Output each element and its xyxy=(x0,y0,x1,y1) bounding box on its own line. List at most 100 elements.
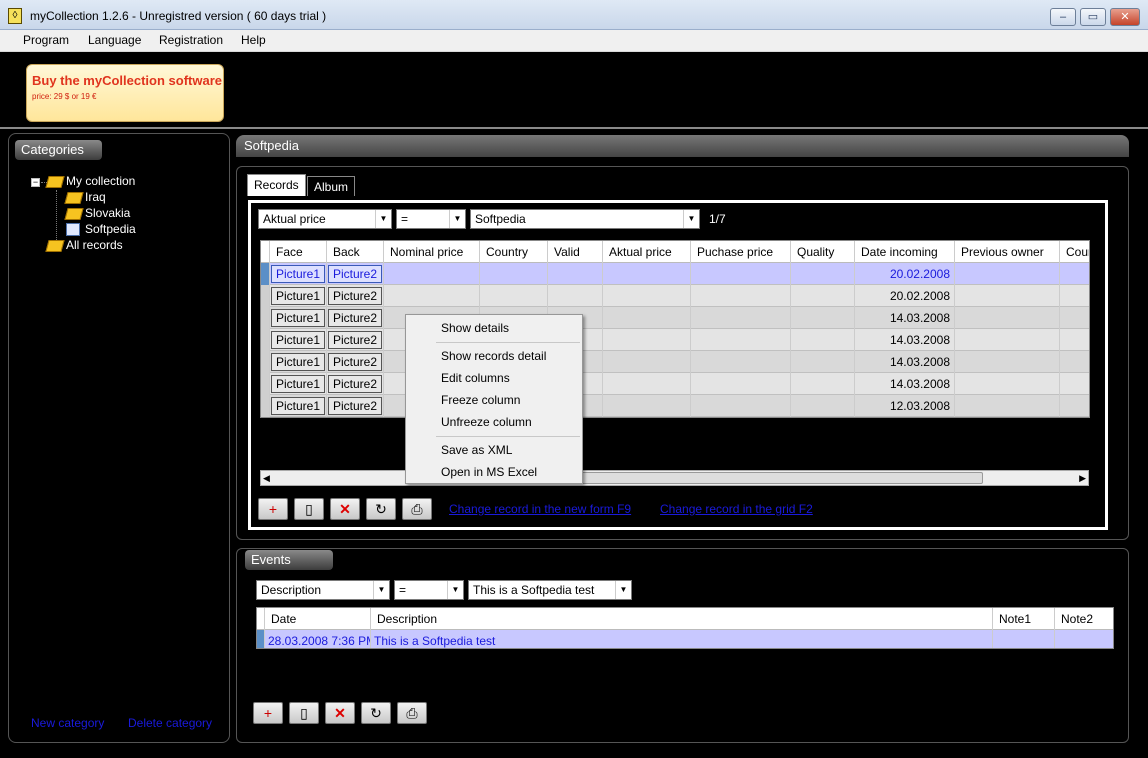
events-column-header[interactable]: Description xyxy=(371,608,993,630)
table-cell[interactable]: Picture1 xyxy=(270,307,327,329)
delete-category-link[interactable]: Delete category xyxy=(128,716,212,730)
table-cell[interactable]: Picture1 xyxy=(270,329,327,351)
table-cell[interactable] xyxy=(955,395,1060,417)
table-row[interactable]: Picture1 Picture2 14.03.2008 xyxy=(261,329,1089,351)
table-cell[interactable] xyxy=(1060,263,1089,285)
events-row[interactable]: 28.03.2008 7:36 PM This is a Softpedia t… xyxy=(257,630,1113,648)
table-cell[interactable]: Picture1 xyxy=(270,285,327,307)
menu-item-show-details[interactable]: Show details xyxy=(441,321,509,335)
table-cell[interactable]: Picture1 xyxy=(270,263,327,285)
back-picture-button[interactable]: Picture2 xyxy=(328,375,382,393)
event-note1[interactable] xyxy=(993,630,1055,648)
table-cell[interactable] xyxy=(603,307,691,329)
face-picture-button[interactable]: Picture1 xyxy=(271,331,325,349)
close-button[interactable]: ✕ xyxy=(1110,8,1140,26)
table-cell[interactable]: Picture2 xyxy=(327,351,384,373)
menu-item-open-excel[interactable]: Open in MS Excel xyxy=(441,465,537,479)
column-header[interactable]: Country xyxy=(480,241,548,263)
date-incoming-cell[interactable]: 14.03.2008 xyxy=(855,307,955,329)
refresh-event-button[interactable]: ↻ xyxy=(361,702,391,724)
column-header[interactable]: Puchase price xyxy=(691,241,791,263)
table-cell[interactable] xyxy=(603,373,691,395)
tree-item-slovakia[interactable]: Slovakia xyxy=(85,206,130,220)
table-cell[interactable] xyxy=(691,307,791,329)
column-header[interactable]: Nominal price xyxy=(384,241,480,263)
face-picture-button[interactable]: Picture1 xyxy=(271,287,325,305)
back-picture-button[interactable]: Picture2 xyxy=(328,265,382,283)
menu-item-freeze-column[interactable]: Freeze column xyxy=(441,393,520,407)
scroll-left-icon[interactable]: ◀ xyxy=(263,471,270,485)
horizontal-scrollbar[interactable]: ◀ ▶ xyxy=(260,470,1089,486)
column-header[interactable]: Previous owner xyxy=(955,241,1060,263)
menu-registration[interactable]: Registration xyxy=(159,33,223,47)
maximize-button[interactable]: ▭ xyxy=(1080,8,1106,26)
table-cell[interactable] xyxy=(603,285,691,307)
table-cell[interactable] xyxy=(955,373,1060,395)
table-cell[interactable] xyxy=(1060,351,1089,373)
column-header[interactable]: Aktual price xyxy=(603,241,691,263)
tree-item-all-records[interactable]: All records xyxy=(66,238,123,252)
table-cell[interactable] xyxy=(1060,285,1089,307)
table-cell[interactable]: Picture2 xyxy=(327,373,384,395)
events-value-select[interactable]: This is a Softpedia test ▼ xyxy=(468,580,632,600)
tree-item-my-collection[interactable]: My collection xyxy=(66,174,135,188)
table-cell[interactable] xyxy=(1060,395,1089,417)
menu-program[interactable]: Program xyxy=(23,33,69,47)
filter-value-select[interactable]: Softpedia ▼ xyxy=(470,209,700,229)
date-incoming-cell[interactable]: 20.02.2008 xyxy=(855,285,955,307)
date-incoming-cell[interactable]: 14.03.2008 xyxy=(855,373,955,395)
table-cell[interactable] xyxy=(691,351,791,373)
events-column-header[interactable]: Date xyxy=(265,608,371,630)
menu-item-unfreeze-column[interactable]: Unfreeze column xyxy=(441,415,532,429)
table-cell[interactable] xyxy=(384,263,480,285)
table-cell[interactable]: Picture2 xyxy=(327,395,384,417)
table-cell[interactable] xyxy=(603,329,691,351)
table-cell[interactable]: Picture2 xyxy=(327,263,384,285)
table-cell[interactable] xyxy=(955,285,1060,307)
table-cell[interactable] xyxy=(791,307,855,329)
table-cell[interactable]: Picture1 xyxy=(270,351,327,373)
face-picture-button[interactable]: Picture1 xyxy=(271,375,325,393)
menu-help[interactable]: Help xyxy=(241,33,266,47)
add-record-button[interactable]: + xyxy=(258,498,288,520)
events-grid[interactable]: Date Description Note1 Note2 28.03.2008 … xyxy=(256,607,1114,649)
delete-event-button[interactable]: ✕ xyxy=(325,702,355,724)
face-picture-button[interactable]: Picture1 xyxy=(271,397,325,415)
refresh-record-button[interactable]: ↻ xyxy=(366,498,396,520)
table-row[interactable]: Picture1 Picture2 20.02.2008 xyxy=(261,263,1089,285)
date-incoming-cell[interactable]: 12.03.2008 xyxy=(855,395,955,417)
face-picture-button[interactable]: Picture1 xyxy=(271,309,325,327)
table-cell[interactable] xyxy=(691,263,791,285)
face-picture-button[interactable]: Picture1 xyxy=(271,265,325,283)
column-header[interactable]: Quality xyxy=(791,241,855,263)
table-cell[interactable] xyxy=(691,395,791,417)
tab-album[interactable]: Album xyxy=(307,176,356,196)
print-event-button[interactable]: ⎙ xyxy=(397,702,427,724)
change-in-form-link[interactable]: Change record in the new form F9 xyxy=(449,502,631,516)
menu-item-save-xml[interactable]: Save as XML xyxy=(441,443,512,457)
table-cell[interactable]: Picture2 xyxy=(327,285,384,307)
column-header[interactable]: Date incoming xyxy=(855,241,955,263)
face-picture-button[interactable]: Picture1 xyxy=(271,353,325,371)
events-op-select[interactable]: = ▼ xyxy=(394,580,464,600)
column-header[interactable]: Back xyxy=(327,241,384,263)
table-cell[interactable] xyxy=(548,263,603,285)
back-picture-button[interactable]: Picture2 xyxy=(328,331,382,349)
menu-item-edit-columns[interactable]: Edit columns xyxy=(441,371,510,385)
events-field-select[interactable]: Description ▼ xyxy=(256,580,390,600)
back-picture-button[interactable]: Picture2 xyxy=(328,353,382,371)
events-column-header[interactable]: Note1 xyxy=(993,608,1055,630)
edit-event-button[interactable]: ▯ xyxy=(289,702,319,724)
menu-language[interactable]: Language xyxy=(88,33,141,47)
table-cell[interactable] xyxy=(480,263,548,285)
events-column-header[interactable]: Note2 xyxy=(1055,608,1113,630)
records-grid[interactable]: Face Back Nominal price Country Valid Ak… xyxy=(260,240,1090,418)
table-cell[interactable]: Picture2 xyxy=(327,329,384,351)
event-description[interactable]: This is a Softpedia test xyxy=(371,630,993,648)
new-category-link[interactable]: New category xyxy=(31,716,104,730)
date-incoming-cell[interactable]: 14.03.2008 xyxy=(855,351,955,373)
buy-banner[interactable]: Buy the myCollection software price: 29 … xyxy=(26,64,224,122)
table-cell[interactable]: Picture1 xyxy=(270,373,327,395)
column-header[interactable]: Valid xyxy=(548,241,603,263)
scroll-thumb[interactable] xyxy=(579,472,983,484)
